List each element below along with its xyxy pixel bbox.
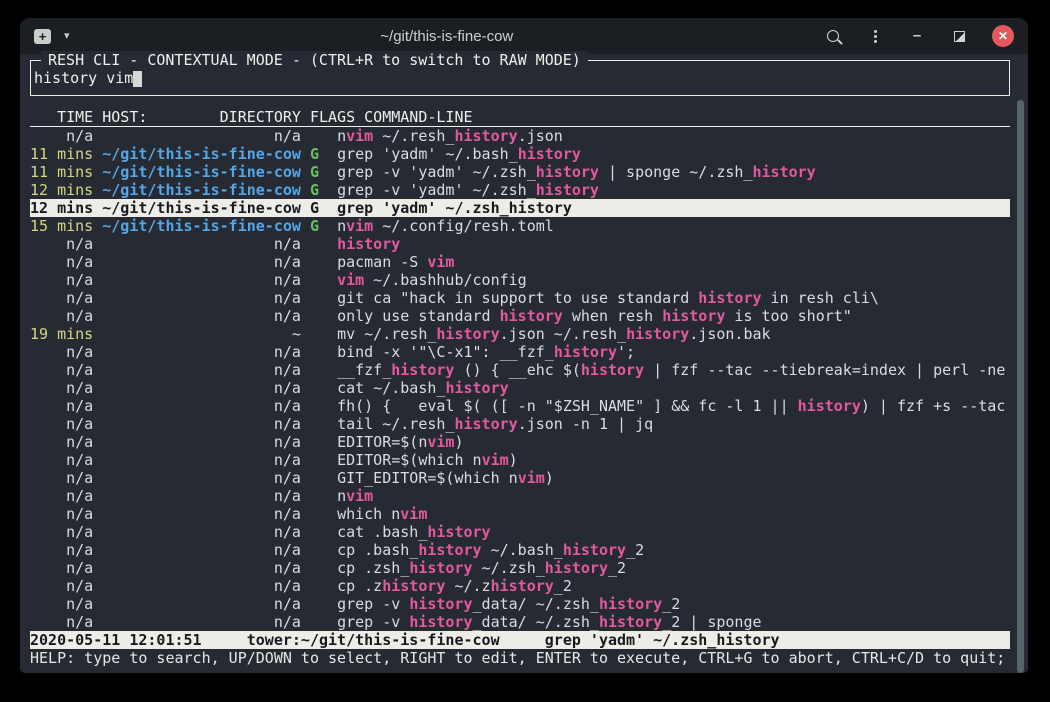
terminal: RESH CLI - CONTEXTUAL MODE - (CTRL+R to …	[20, 60, 1028, 673]
plus-icon: +	[39, 29, 47, 44]
history-row[interactable]: n/a n/a bind -x '"\C-x1": __fzf_history'…	[30, 343, 1010, 361]
search-button[interactable]	[824, 27, 842, 45]
search-icon	[827, 30, 839, 42]
history-row[interactable]: n/a n/a which nvim	[30, 505, 1010, 523]
search-panel-title: RESH CLI - CONTEXTUAL MODE - (CTRL+R to …	[41, 51, 588, 70]
history-row[interactable]: n/a n/a only use standard history when r…	[30, 307, 1010, 325]
history-row[interactable]: n/a n/a tail ~/.resh_history.json -n 1 |…	[30, 415, 1010, 433]
scrollbar-thumb[interactable]	[1017, 100, 1024, 673]
table-header: TIME HOST: DIRECTORY FLAGS COMMAND-LINE	[30, 108, 1010, 127]
history-row[interactable]: n/a n/a fh() { eval $( ([ -n "$ZSH_NAME"…	[30, 397, 1010, 415]
history-row[interactable]: 12 mins ~/git/this-is-fine-cow G grep -v…	[30, 181, 1010, 199]
history-row[interactable]: n/a n/a cp .zsh_history ~/.zsh_history_2	[30, 559, 1010, 577]
history-row[interactable]: n/a n/a __fzf_history () { __ehc $(histo…	[30, 361, 1010, 379]
history-row[interactable]: n/a n/a GIT_EDITOR=$(which nvim)	[30, 469, 1010, 487]
kebab-menu-icon	[874, 35, 877, 38]
titlebar: + ▾ ~/git/this-is-fine-cow – ✕	[20, 18, 1028, 54]
minimize-button[interactable]: –	[908, 27, 926, 45]
minimize-icon: –	[913, 31, 921, 41]
history-row[interactable]: n/a n/a history	[30, 235, 1010, 253]
search-panel: RESH CLI - CONTEXTUAL MODE - (CTRL+R to …	[30, 60, 1010, 96]
history-row[interactable]: n/a n/a cp .bash_history ~/.bash_history…	[30, 541, 1010, 559]
window-title: ~/git/this-is-fine-cow	[70, 28, 824, 45]
history-table: TIME HOST: DIRECTORY FLAGS COMMAND-LINE …	[30, 108, 1010, 631]
close-icon: ✕	[998, 30, 1008, 42]
history-row[interactable]: n/a n/a git ca "hack in support to use s…	[30, 289, 1010, 307]
restore-icon	[954, 31, 965, 42]
history-row[interactable]: n/a n/a EDITOR=$(which nvim)	[30, 451, 1010, 469]
history-row[interactable]: n/a n/a EDITOR=$(nvim)	[30, 433, 1010, 451]
app-window: + ▾ ~/git/this-is-fine-cow – ✕ RESH C	[20, 18, 1028, 673]
history-row[interactable]: 19 mins ~ mv ~/.resh_history.json ~/.res…	[30, 325, 1010, 343]
menu-button[interactable]	[866, 27, 884, 45]
history-row[interactable]: n/a n/a grep -v history_data/ ~/.zsh_his…	[30, 595, 1010, 613]
history-row[interactable]: 11 mins ~/git/this-is-fine-cow G grep 'y…	[30, 145, 1010, 163]
history-row[interactable]: n/a n/a grep -v history_data/ ~/.zsh_his…	[30, 613, 1010, 631]
history-table-body: n/a n/a nvim ~/.resh_history.json11 mins…	[30, 127, 1010, 631]
history-row[interactable]: n/a n/a nvim ~/.resh_history.json	[30, 127, 1010, 145]
history-row[interactable]: 15 mins ~/git/this-is-fine-cow G nvim ~/…	[30, 217, 1010, 235]
text-cursor	[133, 71, 142, 87]
search-query: history vim	[34, 69, 133, 87]
history-row[interactable]: 12 mins ~/git/this-is-fine-cow G grep 'y…	[30, 199, 1010, 217]
history-row[interactable]: n/a n/a cat .bash_history	[30, 523, 1010, 541]
restore-button[interactable]	[950, 27, 968, 45]
close-button[interactable]: ✕	[992, 25, 1014, 47]
history-row[interactable]: n/a n/a nvim	[30, 487, 1010, 505]
history-row[interactable]: 11 mins ~/git/this-is-fine-cow G grep -v…	[30, 163, 1010, 181]
history-row[interactable]: n/a n/a vim ~/.bashhub/config	[30, 271, 1010, 289]
history-row[interactable]: n/a n/a pacman -S vim	[30, 253, 1010, 271]
history-row[interactable]: n/a n/a cat ~/.bash_history	[30, 379, 1010, 397]
status-bar: 2020-05-11 12:01:51 tower:~/git/this-is-…	[30, 631, 1010, 649]
help-line: HELP: type to search, UP/DOWN to select,…	[30, 649, 1028, 667]
history-row[interactable]: n/a n/a cp .zhistory ~/.zhistory_2	[30, 577, 1010, 595]
new-tab-button[interactable]: +	[34, 29, 51, 44]
